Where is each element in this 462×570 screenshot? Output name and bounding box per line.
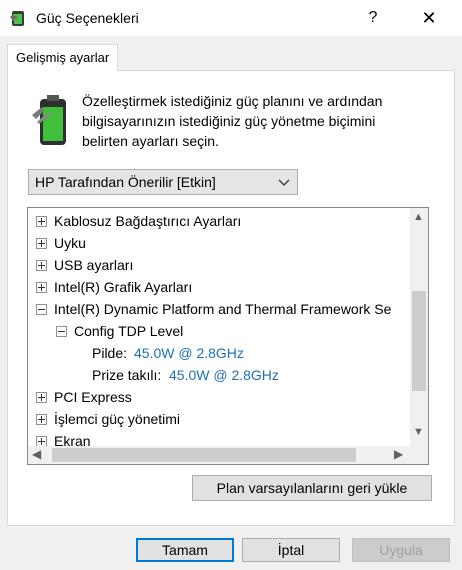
cancel-button[interactable]: İptal <box>242 538 340 562</box>
ok-button[interactable]: Tamam <box>136 538 234 562</box>
expand-icon[interactable] <box>36 238 47 249</box>
vertical-scrollbar[interactable]: ▲ ▼ <box>410 208 428 448</box>
scroll-down-icon[interactable]: ▼ <box>413 426 424 438</box>
scroll-left-icon[interactable]: ◀ <box>32 447 41 461</box>
window-title: Güç Seçenekleri <box>36 10 139 26</box>
power-plan-select[interactable]: HP Tarafından Önerilir [Etkin] <box>28 169 298 195</box>
settings-tree[interactable]: Kablosuz Bağdaştırıcı Ayarları Uyku USB … <box>27 207 429 465</box>
collapse-icon[interactable] <box>36 304 47 315</box>
expand-icon[interactable] <box>36 216 47 227</box>
expand-icon[interactable] <box>36 414 47 425</box>
description-line: belirten ayarları seçin. <box>82 133 219 149</box>
plugged-in-value[interactable]: 45.0W @ 2.8GHz <box>169 364 279 386</box>
vertical-scroll-thumb[interactable] <box>412 291 426 391</box>
dialog-client: Gelişmiş ayarlar Özelleştirmek istediğin… <box>0 36 462 570</box>
restore-defaults-button[interactable]: Plan varsayılanlarını geri yükle <box>192 475 432 501</box>
tab-advanced-settings[interactable]: Gelişmiş ayarlar <box>7 44 118 71</box>
horizontal-scrollbar[interactable]: ◀ ▶ <box>28 446 428 464</box>
close-button[interactable]: ✕ <box>414 3 444 33</box>
description-line: bilgisayarınızın istediğiniz güç yönetme… <box>82 113 376 129</box>
description-line: Özelleştirmek istediğiniz güç planını ve… <box>82 93 383 109</box>
collapse-icon[interactable] <box>56 326 67 337</box>
chevron-down-icon[interactable] <box>277 175 291 189</box>
expand-icon[interactable] <box>36 260 47 271</box>
scroll-up-icon[interactable]: ▲ <box>413 211 424 223</box>
expand-icon[interactable] <box>36 282 47 293</box>
scroll-right-icon[interactable]: ▶ <box>394 447 403 461</box>
help-button[interactable]: ? <box>358 3 388 33</box>
power-plan-value: HP Tarafından Önerilir [Etkin] <box>35 174 216 190</box>
title-bar: Güç Seçenekleri ? ✕ <box>0 0 462 36</box>
horizontal-scroll-thumb[interactable] <box>52 448 356 462</box>
description-text: Özelleştirmek istediğiniz güç planını ve… <box>82 91 402 151</box>
tab-panel: Özelleştirmek istediğiniz güç planını ve… <box>7 70 455 526</box>
apply-button[interactable]: Uygula <box>352 538 450 562</box>
battery-plug-icon <box>32 95 66 145</box>
power-options-icon <box>10 11 24 26</box>
expand-icon[interactable] <box>36 392 47 403</box>
on-battery-value[interactable]: 45.0W @ 2.8GHz <box>134 342 244 364</box>
